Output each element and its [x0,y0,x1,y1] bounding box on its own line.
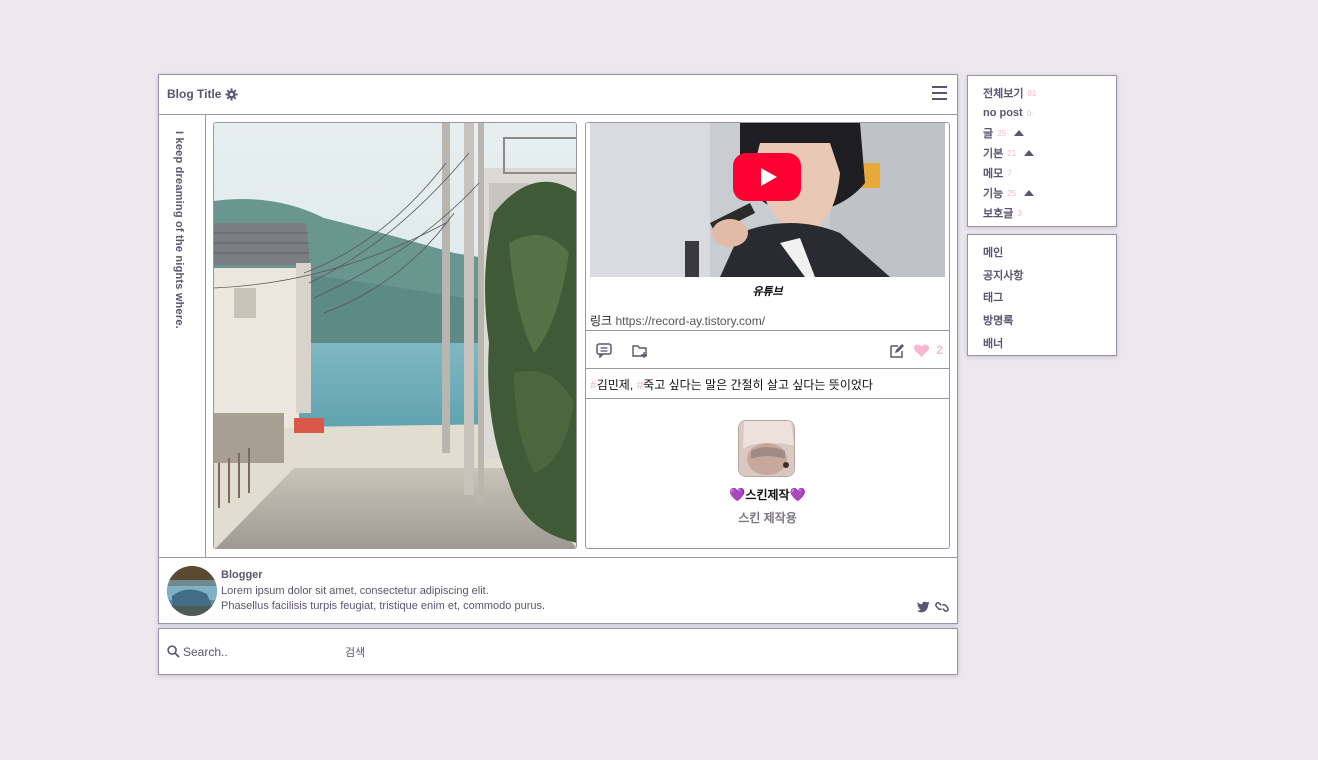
menu-line [932,98,947,100]
caret-up-icon[interactable] [1024,150,1035,156]
nav-item-notice[interactable]: 공지사항 [983,264,1023,287]
category-label[interactable]: 메모 [983,165,1003,181]
category-count: 25 [997,128,1007,138]
caret-up-icon[interactable] [1024,190,1035,196]
main-card: Blog Title I keep dreaming of the nights… [158,74,958,624]
tag-link[interactable]: 김민제 [597,378,630,392]
profile-description: 스킨 제작용 [738,511,797,525]
link-line: 링크 https://record-ay.tistory.com/ [590,312,765,329]
post-panel: 유튜브 링크 https://record-ay.tistory.com/ 2 … [585,122,950,549]
profile-name-text: 스킨제작 [745,488,790,502]
gear-icon[interactable] [225,87,239,101]
post-link[interactable]: https://record-ay.tistory.com/ [615,314,765,328]
nav-item-banner[interactable]: 배너 [983,331,1023,354]
category-label[interactable]: no post [983,107,1023,119]
category-panel: 전체보기 81 no post 0 글 25 기본 21 메모 7 기능 25 보호글 3 [967,75,1117,227]
youtube-play-button[interactable] [733,153,801,201]
purple-heart-icon: 💜 [789,487,806,502]
search-icon [167,645,180,658]
category-item[interactable]: 메모 7 [983,163,1036,183]
search-button[interactable]: 검색 [345,644,365,660]
category-count: 0 [1026,108,1032,118]
blogger-name: Blogger [221,569,263,581]
avatar[interactable] [167,566,217,616]
category-count: 3 [1017,208,1022,218]
folder-add-icon[interactable] [632,343,648,358]
blogger-info: Blogger Lorem ipsum dolor sit amet, cons… [159,557,957,623]
hamburger-menu-icon[interactable] [932,86,947,100]
profile-name: 💜스킨제작💜 [586,486,949,503]
tag-hash: # [590,378,597,392]
blog-title-text[interactable]: Blog Title [167,87,221,101]
social-links [917,601,949,613]
nav-item-guestbook[interactable]: 방명록 [983,309,1023,332]
video-caption: 유튜브 [752,286,783,298]
edit-icon[interactable] [889,343,905,358]
nav-item-tags[interactable]: 태그 [983,286,1023,309]
bio-line: Lorem ipsum dolor sit amet, consectetur … [221,585,489,597]
nav-panel: 메인 공지사항 태그 방명록 배너 [967,234,1117,356]
header: Blog Title [159,75,957,115]
nav-list: 메인 공지사항 태그 방명록 배너 [983,241,1023,354]
category-item[interactable]: 기본 21 [983,143,1036,163]
category-count: 25 [1007,188,1017,198]
category-count: 7 [1007,168,1012,178]
category-label[interactable]: 보호글 [983,205,1013,221]
blogger-bio: Lorem ipsum dolor sit amet, consectetur … [221,584,545,614]
like-count: 2 [936,343,943,357]
menu-line [932,86,947,88]
category-label[interactable]: 기본 [983,145,1003,161]
divider [586,398,949,399]
twitter-icon[interactable] [917,601,930,613]
link-label: 링크 [590,314,613,328]
profile-image[interactable] [738,420,795,477]
purple-heart-icon: 💜 [729,487,746,502]
search-input[interactable] [183,643,333,661]
category-label[interactable]: 기능 [983,185,1003,201]
category-label[interactable]: 전체보기 [983,85,1023,101]
category-item[interactable]: 전체보기 81 [983,83,1036,103]
category-list: 전체보기 81 no post 0 글 25 기본 21 메모 7 기능 25 보호글 3 [983,83,1036,223]
heart-like-icon[interactable] [913,343,930,358]
menu-line [932,92,947,94]
youtube-video[interactable] [590,123,945,277]
link-icon[interactable] [935,601,949,613]
search-bar: 검색 [158,628,958,675]
category-item[interactable]: 기능 25 [983,183,1036,203]
seaside-street-photo [213,122,577,549]
blog-tagline: I keep dreaming of the nights where. [173,131,185,329]
nav-item-main[interactable]: 메인 [983,241,1023,264]
category-count: 81 [1027,88,1037,98]
comment-icon[interactable] [596,343,612,358]
tag-line: #김민제, #죽고 싶다는 말은 간절히 살고 싶다는 뜻이었다 [590,376,873,393]
bio-line: Phasellus facilisis turpis feugiat, tris… [221,600,546,612]
category-item[interactable]: 보호글 3 [983,203,1036,223]
category-item[interactable]: 글 25 [983,123,1036,143]
side-strip: I keep dreaming of the nights where. [159,115,206,557]
category-item[interactable]: no post 0 [983,103,1036,123]
blog-title[interactable]: Blog Title [167,87,239,101]
category-count: 21 [1007,148,1017,158]
caret-up-icon[interactable] [1014,130,1025,136]
tag-link[interactable]: 죽고 싶다는 말은 간절히 살고 싶다는 뜻이었다 [643,378,873,392]
category-label[interactable]: 글 [983,125,993,141]
post-actions: 2 [586,330,949,369]
